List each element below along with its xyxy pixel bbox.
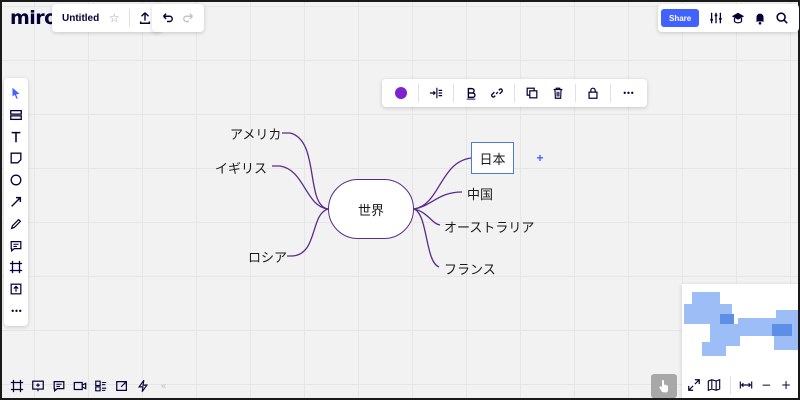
board-title-panel: Untitled ☆ (52, 4, 163, 32)
connector-china (413, 191, 463, 210)
bottom-toolbar: « (4, 374, 176, 398)
align-icon[interactable] (425, 82, 447, 104)
mindmap-node-china[interactable]: 中国 (467, 184, 493, 203)
zoom-in-icon[interactable]: + (778, 374, 794, 396)
divider (418, 84, 419, 102)
mindmap-node-uk[interactable]: イギリス (215, 158, 267, 177)
divider (610, 84, 611, 102)
minimap-block (776, 310, 798, 320)
lightning-icon[interactable] (132, 375, 153, 397)
minimap-block (772, 324, 792, 336)
link-icon[interactable] (486, 82, 508, 104)
more-tools-icon[interactable]: ••• (6, 301, 26, 321)
search-icon[interactable] (771, 7, 793, 29)
divider (514, 84, 515, 102)
frames-icon[interactable] (6, 375, 27, 397)
undo-icon[interactable] (156, 7, 178, 29)
minimap-block (692, 292, 720, 304)
share-screen-icon[interactable] (111, 375, 132, 397)
divider (729, 376, 731, 394)
divider (129, 9, 131, 27)
mindmap-center-node[interactable]: 世界 (328, 179, 414, 239)
board-title[interactable]: Untitled (58, 13, 103, 24)
sticky-note-icon[interactable] (6, 148, 26, 168)
hand-cursor-icon (659, 380, 669, 393)
frame-icon[interactable] (6, 257, 26, 277)
chat-icon[interactable] (48, 375, 69, 397)
hand-cursor-button[interactable] (651, 374, 677, 398)
connector-russia (287, 208, 329, 257)
settings-sliders-icon[interactable] (705, 7, 727, 29)
header-actions-panel: Share (658, 4, 800, 32)
add-node-plus-icon[interactable]: + (534, 152, 546, 164)
templates-icon[interactable] (6, 105, 26, 125)
star-icon[interactable]: ☆ (103, 7, 125, 29)
collapse-toolbar-icon[interactable]: « (153, 375, 174, 397)
map-icon[interactable] (706, 374, 722, 396)
connector-france (413, 208, 440, 268)
comment-icon[interactable] (6, 236, 26, 256)
share-button[interactable]: Share (661, 9, 700, 27)
zoom-out-icon[interactable]: − (758, 374, 774, 396)
redo-icon[interactable] (178, 7, 200, 29)
minimap-controls: − + (682, 372, 798, 398)
upload-file-icon[interactable] (6, 279, 26, 299)
fullscreen-icon[interactable] (686, 374, 702, 396)
mindmap-node-france[interactable]: フランス (444, 259, 496, 278)
mindmap-node-australia[interactable]: オーストラリア (444, 217, 534, 236)
minimap-block (702, 342, 726, 356)
minimap-block (774, 336, 798, 350)
mindmap-node-russia[interactable]: ロシア (248, 247, 287, 266)
color-swatch (395, 87, 407, 99)
more-options-icon[interactable]: ••• (617, 82, 639, 104)
divider (453, 84, 454, 102)
presentation-icon[interactable] (27, 375, 48, 397)
cards-icon[interactable] (90, 375, 111, 397)
fit-width-icon[interactable] (738, 374, 754, 396)
divider (575, 84, 576, 102)
arrow-line-icon[interactable] (6, 192, 26, 212)
delete-trash-icon[interactable] (547, 82, 569, 104)
lock-icon[interactable] (582, 82, 604, 104)
bold-text-icon[interactable] (460, 82, 482, 104)
connector-america (282, 132, 329, 210)
text-tool-icon[interactable] (6, 127, 26, 147)
learning-cap-icon[interactable] (727, 7, 749, 29)
context-toolbar: ••• (382, 79, 647, 107)
shape-circle-icon[interactable] (6, 170, 26, 190)
duplicate-icon[interactable] (521, 82, 543, 104)
color-picker-button[interactable] (390, 82, 412, 104)
video-call-icon[interactable] (69, 375, 90, 397)
minimap[interactable]: − + (682, 284, 798, 398)
notification-bell-icon[interactable] (749, 7, 771, 29)
select-cursor-icon[interactable] (6, 83, 26, 103)
pen-icon[interactable] (6, 214, 26, 234)
left-toolbar: ••• (4, 78, 28, 326)
mindmap-node-japan-selected[interactable]: 日本 (471, 142, 514, 174)
undo-redo-panel (152, 4, 204, 32)
mindmap-node-america[interactable]: アメリカ (230, 124, 281, 143)
connector-japan (413, 157, 472, 210)
